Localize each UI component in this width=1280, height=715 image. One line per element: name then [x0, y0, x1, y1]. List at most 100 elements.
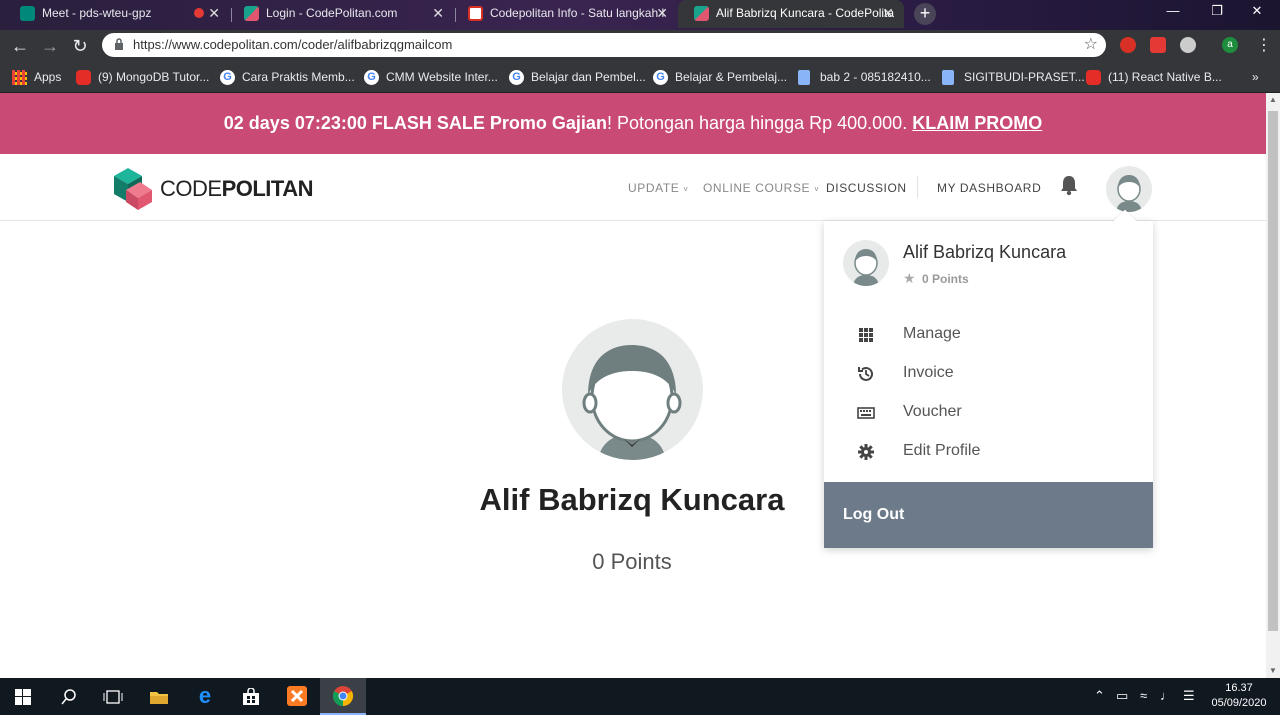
- codepolitan-logo[interactable]: CODEPOLITAN: [112, 166, 322, 210]
- start-button[interactable]: [0, 678, 46, 715]
- bookmark-item[interactable]: SIGITBUDI-PRASET...: [942, 68, 1085, 86]
- overflow-chevron-icon: »: [1252, 70, 1259, 84]
- gmail-icon: [468, 6, 483, 21]
- promo-text: Potongan harga hingga Rp 400.000.: [611, 113, 913, 133]
- gear-icon: [858, 444, 874, 460]
- nav-update[interactable]: UPDATE ˅: [628, 181, 689, 195]
- battery-icon[interactable]: ▭: [1116, 688, 1128, 704]
- address-bar[interactable]: https://www.codepolitan.com/coder/alifba…: [102, 33, 1106, 57]
- folder-icon: [150, 692, 168, 704]
- nav-label: ONLINE COURSE: [703, 181, 811, 195]
- minimize-button[interactable]: —: [1150, 0, 1196, 24]
- notifications-icon[interactable]: ☰: [1183, 688, 1195, 704]
- scrollbar-thumb[interactable]: [1268, 111, 1278, 631]
- codepolitan-cube-icon: [114, 168, 152, 210]
- nav-label: MY DASHBOARD: [937, 181, 1042, 195]
- show-hidden-icons[interactable]: ⌃: [1094, 688, 1105, 704]
- dropdown-points-label: 0 Points: [922, 272, 969, 286]
- logo-text: CODEPOLITAN: [160, 176, 313, 202]
- bookmark-label: (11) React Native B...: [1108, 70, 1222, 84]
- bookmark-apps[interactable]: Apps: [12, 68, 61, 86]
- nav-label: UPDATE: [628, 181, 680, 195]
- task-view-button[interactable]: [90, 678, 136, 715]
- google-icon: G: [653, 70, 668, 85]
- klaim-promo-link[interactable]: KLAIM PROMO: [912, 113, 1042, 133]
- promo-countdown: 02 days 07:23:00: [223, 113, 367, 133]
- nav-online-course[interactable]: ONLINE COURSE ˅: [703, 181, 819, 195]
- bell-icon[interactable]: [1060, 174, 1078, 196]
- bookmark-item[interactable]: bab 2 - 085182410...: [798, 68, 931, 86]
- menu-item-invoice[interactable]: Invoice: [824, 356, 1153, 392]
- chrome-button[interactable]: [320, 678, 366, 715]
- tab-meet[interactable]: Meet - pds-wteu-gpz ✕: [4, 0, 230, 28]
- store-button[interactable]: [228, 678, 274, 715]
- tab-login[interactable]: Login - CodePolitan.com ✕: [228, 0, 454, 28]
- extension-circle-icon[interactable]: [1180, 37, 1196, 53]
- search-button[interactable]: [46, 678, 92, 715]
- system-clock[interactable]: 16.37 05/09/2020: [1204, 681, 1274, 711]
- xampp-button[interactable]: [274, 678, 320, 715]
- youtube-icon: [76, 70, 91, 85]
- tab-title: Codepolitan Info - Satu langkah l: [490, 6, 665, 20]
- profile-points: 0 Points: [592, 549, 672, 574]
- codepolitan-icon: [244, 6, 259, 21]
- close-window-button[interactable]: ✕: [1234, 0, 1280, 24]
- menu-item-label: Voucher: [903, 403, 962, 420]
- scroll-down-icon[interactable]: ▼: [1266, 664, 1280, 678]
- scroll-up-icon[interactable]: ▲: [1266, 93, 1280, 107]
- dropdown-avatar: [843, 240, 889, 286]
- bookmark-item[interactable]: G Belajar dan Pembel...: [509, 68, 646, 86]
- close-tab-icon[interactable]: ✕: [432, 0, 444, 26]
- extension-icon[interactable]: [1150, 37, 1166, 53]
- forward-button[interactable]: →: [38, 34, 62, 58]
- close-tab-icon[interactable]: ✕: [882, 0, 894, 26]
- url-text: https://www.codepolitan.com/coder/alifba…: [133, 37, 453, 52]
- logout-button[interactable]: Log Out: [824, 482, 1153, 548]
- profile-name: Alif Babrizq Kuncara: [479, 482, 785, 517]
- close-tab-icon[interactable]: ✕: [208, 0, 220, 26]
- user-avatar-button[interactable]: [1106, 166, 1152, 212]
- nav-label: DISCUSSION: [826, 181, 907, 195]
- grid-icon: [859, 328, 873, 342]
- codepolitan-icon: [694, 6, 709, 21]
- reload-button[interactable]: ↻: [68, 34, 92, 58]
- extension-adblock-icon[interactable]: [1120, 37, 1136, 53]
- youtube-icon: [1086, 70, 1101, 85]
- bookmark-item[interactable]: G Cara Praktis Memb...: [220, 68, 355, 86]
- nav-discussion[interactable]: DISCUSSION: [826, 181, 907, 195]
- file-explorer-button[interactable]: [136, 678, 182, 715]
- close-tab-icon[interactable]: ✕: [656, 0, 668, 26]
- browser-tab-strip: Meet - pds-wteu-gpz ✕ Login - CodePolita…: [0, 0, 1280, 30]
- new-tab-button[interactable]: +: [914, 3, 936, 25]
- menu-item-edit-profile[interactable]: Edit Profile: [824, 434, 1153, 470]
- bookmark-label: SIGITBUDI-PRASET...: [964, 70, 1085, 84]
- lock-icon: [115, 38, 123, 50]
- back-button[interactable]: ←: [8, 34, 32, 58]
- clock-date: 05/09/2020: [1211, 697, 1267, 709]
- tab-profile-active[interactable]: Alif Babrizq Kuncara - CodePolita ✕: [678, 0, 904, 28]
- google-icon: G: [509, 70, 524, 85]
- tab-codepolitan-info[interactable]: Codepolitan Info - Satu langkah l ✕: [452, 0, 678, 28]
- edge-button[interactable]: e: [182, 678, 228, 715]
- avatar-icon: [853, 249, 879, 286]
- bookmark-star-icon[interactable]: ☆: [1084, 34, 1098, 54]
- doc-icon: [798, 70, 810, 85]
- profile-avatar-icon[interactable]: a: [1222, 37, 1238, 53]
- menu-item-voucher[interactable]: Voucher: [824, 395, 1153, 431]
- bookmark-item[interactable]: (11) React Native B...: [1086, 68, 1222, 86]
- wifi-icon[interactable]: ≈: [1140, 688, 1147, 703]
- profile-initial: a: [1227, 39, 1233, 50]
- bookmark-item[interactable]: G CMM Website Inter...: [364, 68, 498, 86]
- bookmark-item[interactable]: G Belajar & Pembelaj...: [653, 68, 787, 86]
- menu-item-manage[interactable]: Manage: [824, 317, 1153, 353]
- nav-my-dashboard[interactable]: MY DASHBOARD: [937, 181, 1041, 195]
- windows-taskbar: e ⌃ ▭ ≈ ♩ ☰ 16.37 05/09/2020: [0, 678, 1280, 715]
- volume-icon[interactable]: ♩: [1160, 688, 1173, 703]
- page-scrollbar[interactable]: ▲ ▼: [1266, 93, 1280, 678]
- bookmark-item[interactable]: (9) MongoDB Tutor...: [76, 68, 209, 86]
- xampp-icon: [287, 686, 307, 706]
- logo-text-light: CODE: [160, 176, 222, 201]
- bookmarks-overflow-button[interactable]: »: [1252, 68, 1259, 86]
- chrome-menu-icon[interactable]: ⋮: [1256, 35, 1272, 55]
- bookmark-label: Apps: [34, 70, 62, 84]
